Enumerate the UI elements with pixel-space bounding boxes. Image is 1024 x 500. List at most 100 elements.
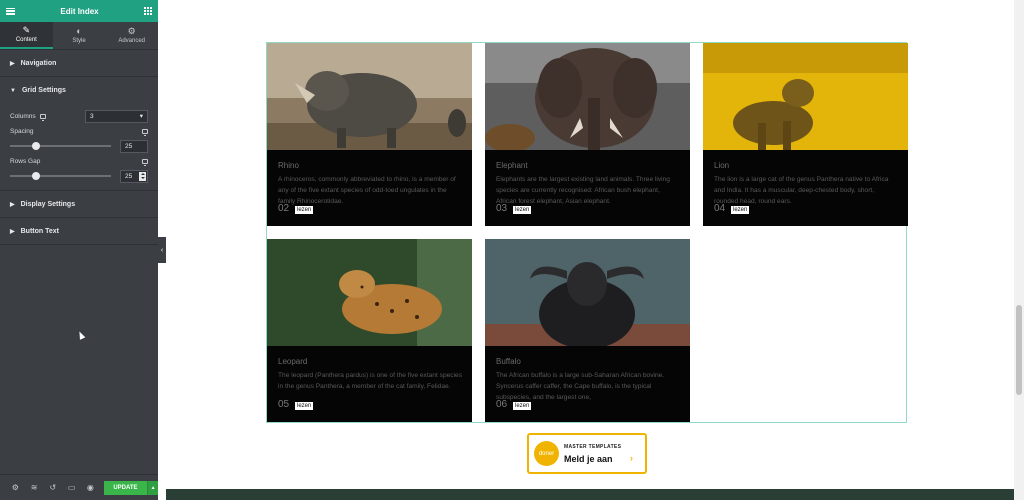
tab-label: Content [15, 37, 37, 43]
chevron-down-icon: ▾ [139, 113, 143, 120]
card-elephant[interactable]: Elephant Elephants are the largest exist… [485, 43, 690, 226]
card-rhino[interactable]: Rhino A rhinoceros, commonly abbreviated… [267, 43, 472, 226]
history-icon[interactable]: ↺ [44, 475, 63, 500]
panel-footer: ⚙ ≋ ↺ ▭ ◉ UPDATE ▲ [0, 474, 159, 500]
spacing-slider[interactable] [10, 142, 111, 150]
desktop-icon[interactable] [142, 158, 148, 166]
read-more-button[interactable]: lezen [731, 206, 750, 214]
section-label: Navigation [20, 59, 57, 67]
desktop-icon[interactable] [39, 113, 46, 121]
rhino-image [267, 43, 472, 150]
panel-title: Edit Index [60, 6, 99, 16]
card-lion[interactable]: Lion The lion is a large cat of the genu… [703, 43, 908, 226]
spacing-label: Spacing [10, 127, 34, 135]
read-more-button[interactable]: lezen [513, 206, 532, 214]
settings-gear-icon[interactable]: ⚙ [6, 475, 25, 500]
rows-gap-slider[interactable] [10, 172, 111, 180]
rows-gap-input[interactable]: 25 [120, 169, 148, 183]
page-scrollbar[interactable] [1014, 0, 1024, 500]
update-button[interactable]: UPDATE [103, 480, 148, 495]
read-more-button[interactable]: lezen [295, 402, 314, 410]
panel-header: Edit Index [0, 0, 158, 22]
master-templates-signup[interactable]: doner MASTER TEMPLATES Meld je aan › [527, 433, 647, 474]
section-label: Grid Settings [21, 87, 66, 94]
cta-action: Meld je aan [564, 454, 613, 464]
section-button-text[interactable]: ▶ Button Text [0, 218, 158, 245]
spacing-input[interactable]: 25 [120, 139, 148, 153]
rows-gap-label: Rows Gap [10, 157, 41, 165]
posts-grid[interactable]: Rhino A rhinoceros, commonly abbreviated… [266, 42, 908, 423]
caret-down-icon: ▼ [10, 87, 16, 94]
spacing-value: 25 [125, 142, 133, 150]
card-number: 06 [496, 399, 508, 410]
buffalo-image [485, 239, 690, 346]
tab-style[interactable]: ◐ Style [53, 22, 106, 49]
footer-strip [166, 489, 1014, 500]
pencil-icon: ✎ [22, 25, 31, 35]
section-navigation[interactable]: ▶ Navigation [0, 50, 158, 77]
scrollbar-thumb[interactable] [1016, 305, 1022, 395]
half-circle-icon: ◐ [76, 26, 82, 36]
read-more-button[interactable]: lezen [295, 206, 314, 214]
rows-gap-control: 25 [10, 168, 148, 184]
card-number: 05 [278, 399, 290, 410]
rows-gap-slider-handle[interactable] [32, 172, 40, 180]
responsive-icon[interactable]: ▭ [62, 475, 81, 500]
card-description: The leopard (Panthera pardus) is one of … [278, 372, 463, 390]
card-buffalo[interactable]: Buffalo The African buffalo is a large s… [485, 239, 690, 422]
card-description: Elephants are the largest existing land … [496, 176, 670, 205]
card-title: Rhino [278, 161, 299, 170]
grid-settings-controls: Columns 3 ▾ Spacing 25 Rows Gap 25 [0, 104, 158, 191]
stepper-icon[interactable] [139, 171, 146, 181]
brand-badge: doner [534, 441, 559, 466]
desktop-icon[interactable] [142, 128, 148, 136]
card-title: Buffalo [496, 357, 521, 366]
caret-right-icon: ▶ [10, 228, 15, 235]
tab-content[interactable]: ✎ Content [0, 22, 53, 49]
spacing-label-row: Spacing [10, 124, 148, 138]
card-leopard[interactable]: Leopard The leopard (Panthera pardus) is… [267, 239, 472, 422]
card-title: Leopard [278, 357, 308, 366]
card-description: The lion is a large cat of the genus Pan… [714, 176, 889, 205]
widgets-grid-icon[interactable] [143, 7, 152, 15]
preview-eye-icon[interactable]: ◉ [81, 475, 100, 500]
layers-icon[interactable]: ≋ [25, 475, 44, 500]
tab-label: Style [72, 38, 86, 44]
chevron-right-icon: › [630, 453, 633, 463]
caret-up-icon[interactable]: ▲ [147, 480, 159, 495]
section-label: Button Text [20, 227, 59, 235]
section-label: Display Settings [20, 200, 76, 208]
card-title: Lion [714, 161, 730, 170]
preview-canvas: Rhino A rhinoceros, commonly abbreviated… [166, 0, 1014, 500]
caret-right-icon: ▶ [10, 60, 15, 67]
card-description: A rhinoceros, commonly abbreviated to rh… [278, 176, 456, 205]
gear-icon: ⚙ [127, 26, 136, 36]
card-number: 02 [278, 203, 290, 214]
leopard-image [267, 239, 472, 346]
tab-label: Advanced [118, 38, 146, 44]
columns-control: Columns 3 ▾ [10, 108, 148, 124]
columns-value: 3 [90, 112, 94, 120]
spacing-slider-handle[interactable] [32, 142, 40, 150]
card-number: 04 [714, 203, 726, 214]
card-description: The African buffalo is a large sub-Sahar… [496, 372, 665, 401]
rows-gap-value: 25 [125, 172, 133, 180]
caret-right-icon: ▶ [10, 201, 15, 208]
columns-label: Columns [10, 112, 36, 120]
columns-select[interactable]: 3 ▾ [85, 109, 148, 123]
section-display-settings[interactable]: ▶ Display Settings [0, 191, 158, 218]
menu-icon[interactable] [6, 7, 15, 15]
card-title: Elephant [496, 161, 528, 170]
card-number: 03 [496, 203, 508, 214]
elephant-image [485, 43, 690, 150]
panel-tabs: ✎ Content ◐ Style ⚙ Advanced [0, 22, 158, 50]
read-more-button[interactable]: lezen [513, 402, 532, 410]
collapse-panel-button[interactable]: ‹ [158, 237, 166, 263]
rows-gap-label-row: Rows Gap [10, 154, 148, 168]
tab-advanced[interactable]: ⚙ Advanced [105, 22, 158, 49]
cta-title: MASTER TEMPLATES [564, 444, 622, 450]
spacing-control: 25 [10, 138, 148, 154]
section-grid-settings[interactable]: ▼ Grid Settings [0, 77, 158, 104]
lion-image [703, 43, 908, 150]
editor-panel: Edit Index ✎ Content ◐ Style ⚙ Advanced … [0, 0, 159, 500]
